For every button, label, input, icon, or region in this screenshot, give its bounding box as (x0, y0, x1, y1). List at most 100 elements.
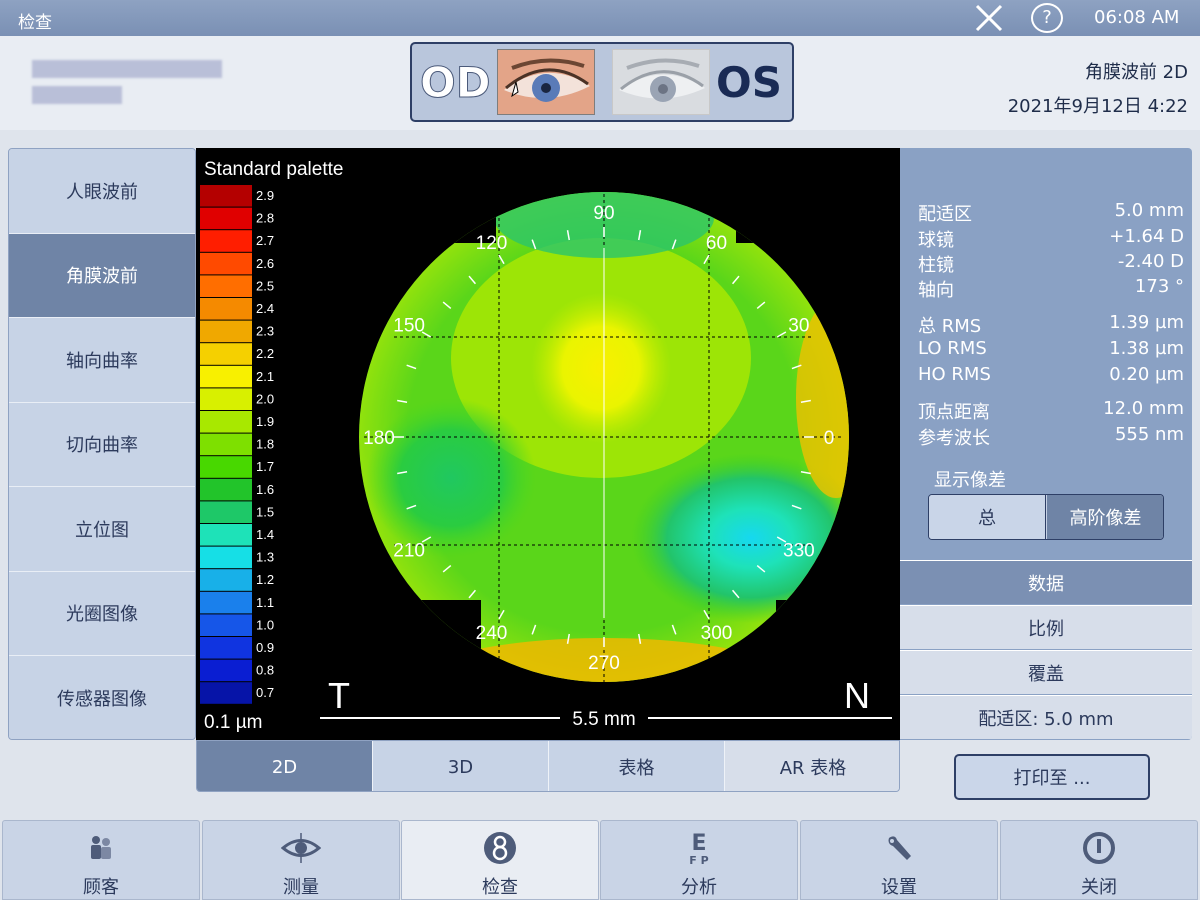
result-value: 12.0 mm (1103, 398, 1184, 419)
window-title: 检查 (18, 13, 52, 33)
palette-swatch (200, 343, 252, 365)
os-label[interactable]: OS (716, 58, 782, 107)
tab-table[interactable]: 表格 (549, 741, 725, 791)
palette-title: Standard palette (204, 159, 343, 180)
customer-label: 顾客 (83, 877, 119, 898)
aberration-toggle: 总 高阶像差 (928, 494, 1164, 540)
result-value: -2.40 D (1117, 251, 1184, 272)
measure-label: 测量 (283, 877, 319, 898)
angle-label: 240 (476, 623, 508, 644)
higher-order-button[interactable]: 高阶像差 (1047, 495, 1163, 539)
exam-button[interactable]: 检查 (401, 820, 599, 900)
exam-label: 检查 (482, 877, 518, 898)
help-icon[interactable]: ? (1031, 3, 1063, 33)
nav-tangential-curvature[interactable]: 切向曲率 (9, 402, 195, 487)
eye-measure-icon (203, 831, 399, 865)
temporal-marker: T (328, 675, 350, 716)
result-row: 轴向 173 ° (918, 276, 1184, 302)
angle-label: 330 (783, 541, 815, 562)
palette-swatch (200, 185, 252, 207)
angle-label: 210 (393, 541, 425, 562)
settings-button[interactable]: 设置 (800, 820, 998, 900)
close-icon[interactable] (972, 2, 1006, 34)
data-tab[interactable]: 数据 (900, 560, 1192, 604)
palette-swatch (200, 546, 252, 569)
exam-icon (402, 831, 598, 865)
angle-label: 180 (363, 428, 395, 449)
result-label: 球镜 (918, 230, 954, 251)
os-eye-image[interactable] (612, 49, 710, 115)
nasal-marker: N (844, 675, 870, 716)
palette-label: 2.4 (256, 301, 274, 316)
angle-label: 270 (588, 653, 620, 674)
power-icon (1001, 831, 1197, 865)
tab-ar-table[interactable]: AR 表格 (725, 741, 899, 791)
palette-label: 1.2 (256, 572, 274, 587)
svg-text:F P: F P (689, 854, 708, 866)
od-label[interactable]: OD (420, 58, 492, 108)
result-label: 总 RMS (918, 316, 982, 337)
palette-swatch (200, 456, 252, 478)
wrench-icon (801, 831, 997, 865)
angle-label: 150 (393, 316, 425, 337)
od-eye-image[interactable] (497, 49, 595, 115)
palette-label: 2.0 (256, 391, 274, 406)
exam-date: 2021年9月12日 4:22 (1007, 96, 1188, 117)
measure-button[interactable]: 测量 (202, 820, 400, 900)
tab-3d[interactable]: 3D (373, 741, 549, 791)
angle-label: 30 (788, 316, 809, 337)
patient-info-redacted (22, 54, 242, 114)
result-value: 1.38 µm (1109, 338, 1184, 359)
nav-sensor-image[interactable]: 传感器图像 (9, 656, 195, 739)
settings-label: 设置 (881, 877, 917, 898)
view-tabs: 2D 3D 表格 AR 表格 (196, 740, 900, 792)
nav-elevation-map[interactable]: 立位图 (9, 487, 195, 572)
scale-tab[interactable]: 比例 (900, 605, 1192, 649)
map-canvas: Standard palette 2.92.82.72.62.52.42.32.… (200, 159, 892, 733)
customer-icon (3, 831, 199, 865)
result-row: 配适区 5.0 mm (918, 200, 1184, 226)
close-app-button[interactable]: 关闭 (1000, 820, 1198, 900)
palette-label: 1.6 (256, 482, 274, 497)
palette-label: 1.1 (256, 595, 274, 610)
angle-label: 0 (824, 428, 835, 449)
result-label: 参考波长 (918, 428, 990, 449)
palette-label: 1.5 (256, 504, 274, 519)
analysis-button[interactable]: EF P 分析 (600, 820, 798, 900)
palette-label: 0.8 (256, 663, 274, 678)
palette-label: 1.0 (256, 617, 274, 632)
title-bar: 检查 ? 06:08 AM (0, 0, 1200, 36)
clock: 06:08 AM (1094, 7, 1180, 28)
palette-swatch (200, 659, 252, 682)
palette-label: 0.9 (256, 640, 274, 655)
palette-swatch (200, 524, 252, 546)
palette-swatch (200, 388, 252, 410)
result-value: +1.64 D (1109, 226, 1184, 247)
customer-button[interactable]: 顾客 (2, 820, 200, 900)
zone-tab[interactable]: 配适区: 5.0 mm (900, 695, 1192, 739)
result-row: 顶点距离 12.0 mm (918, 398, 1184, 424)
palette-swatch (200, 591, 252, 614)
nav-aperture-image[interactable]: 光圈图像 (9, 571, 195, 656)
result-label: 轴向 (918, 280, 954, 301)
palette-swatch (200, 365, 252, 388)
overlay-tab[interactable]: 覆盖 (900, 650, 1192, 694)
analysis-nav: 人眼波前 角膜波前 轴向曲率 切向曲率 立位图 光圈图像 传感器图像 (8, 148, 196, 740)
result-row: LO RMS 1.38 µm (918, 338, 1184, 364)
nav-corneal-wavefront[interactable]: 角膜波前 (9, 233, 195, 318)
nav-axial-curvature[interactable]: 轴向曲率 (9, 318, 195, 403)
nav-ocular-wavefront[interactable]: 人眼波前 (9, 149, 195, 234)
eye-chart-icon: EF P (601, 831, 797, 866)
palette-swatch (200, 230, 252, 252)
palette-swatch (200, 320, 252, 343)
display-aberration-title: 显示像差 (934, 470, 1006, 491)
palette-swatch (200, 207, 252, 230)
palette-swatch (200, 637, 252, 659)
result-label: 顶点距离 (918, 402, 990, 423)
tab-2d[interactable]: 2D (197, 741, 373, 791)
total-aberration-button[interactable]: 总 (929, 495, 1046, 539)
eye-selector: OD OS (410, 42, 794, 122)
palette-label: 2.1 (256, 369, 274, 384)
palette-label: 1.3 (256, 550, 274, 565)
print-button[interactable]: 打印至 ... (954, 754, 1150, 800)
